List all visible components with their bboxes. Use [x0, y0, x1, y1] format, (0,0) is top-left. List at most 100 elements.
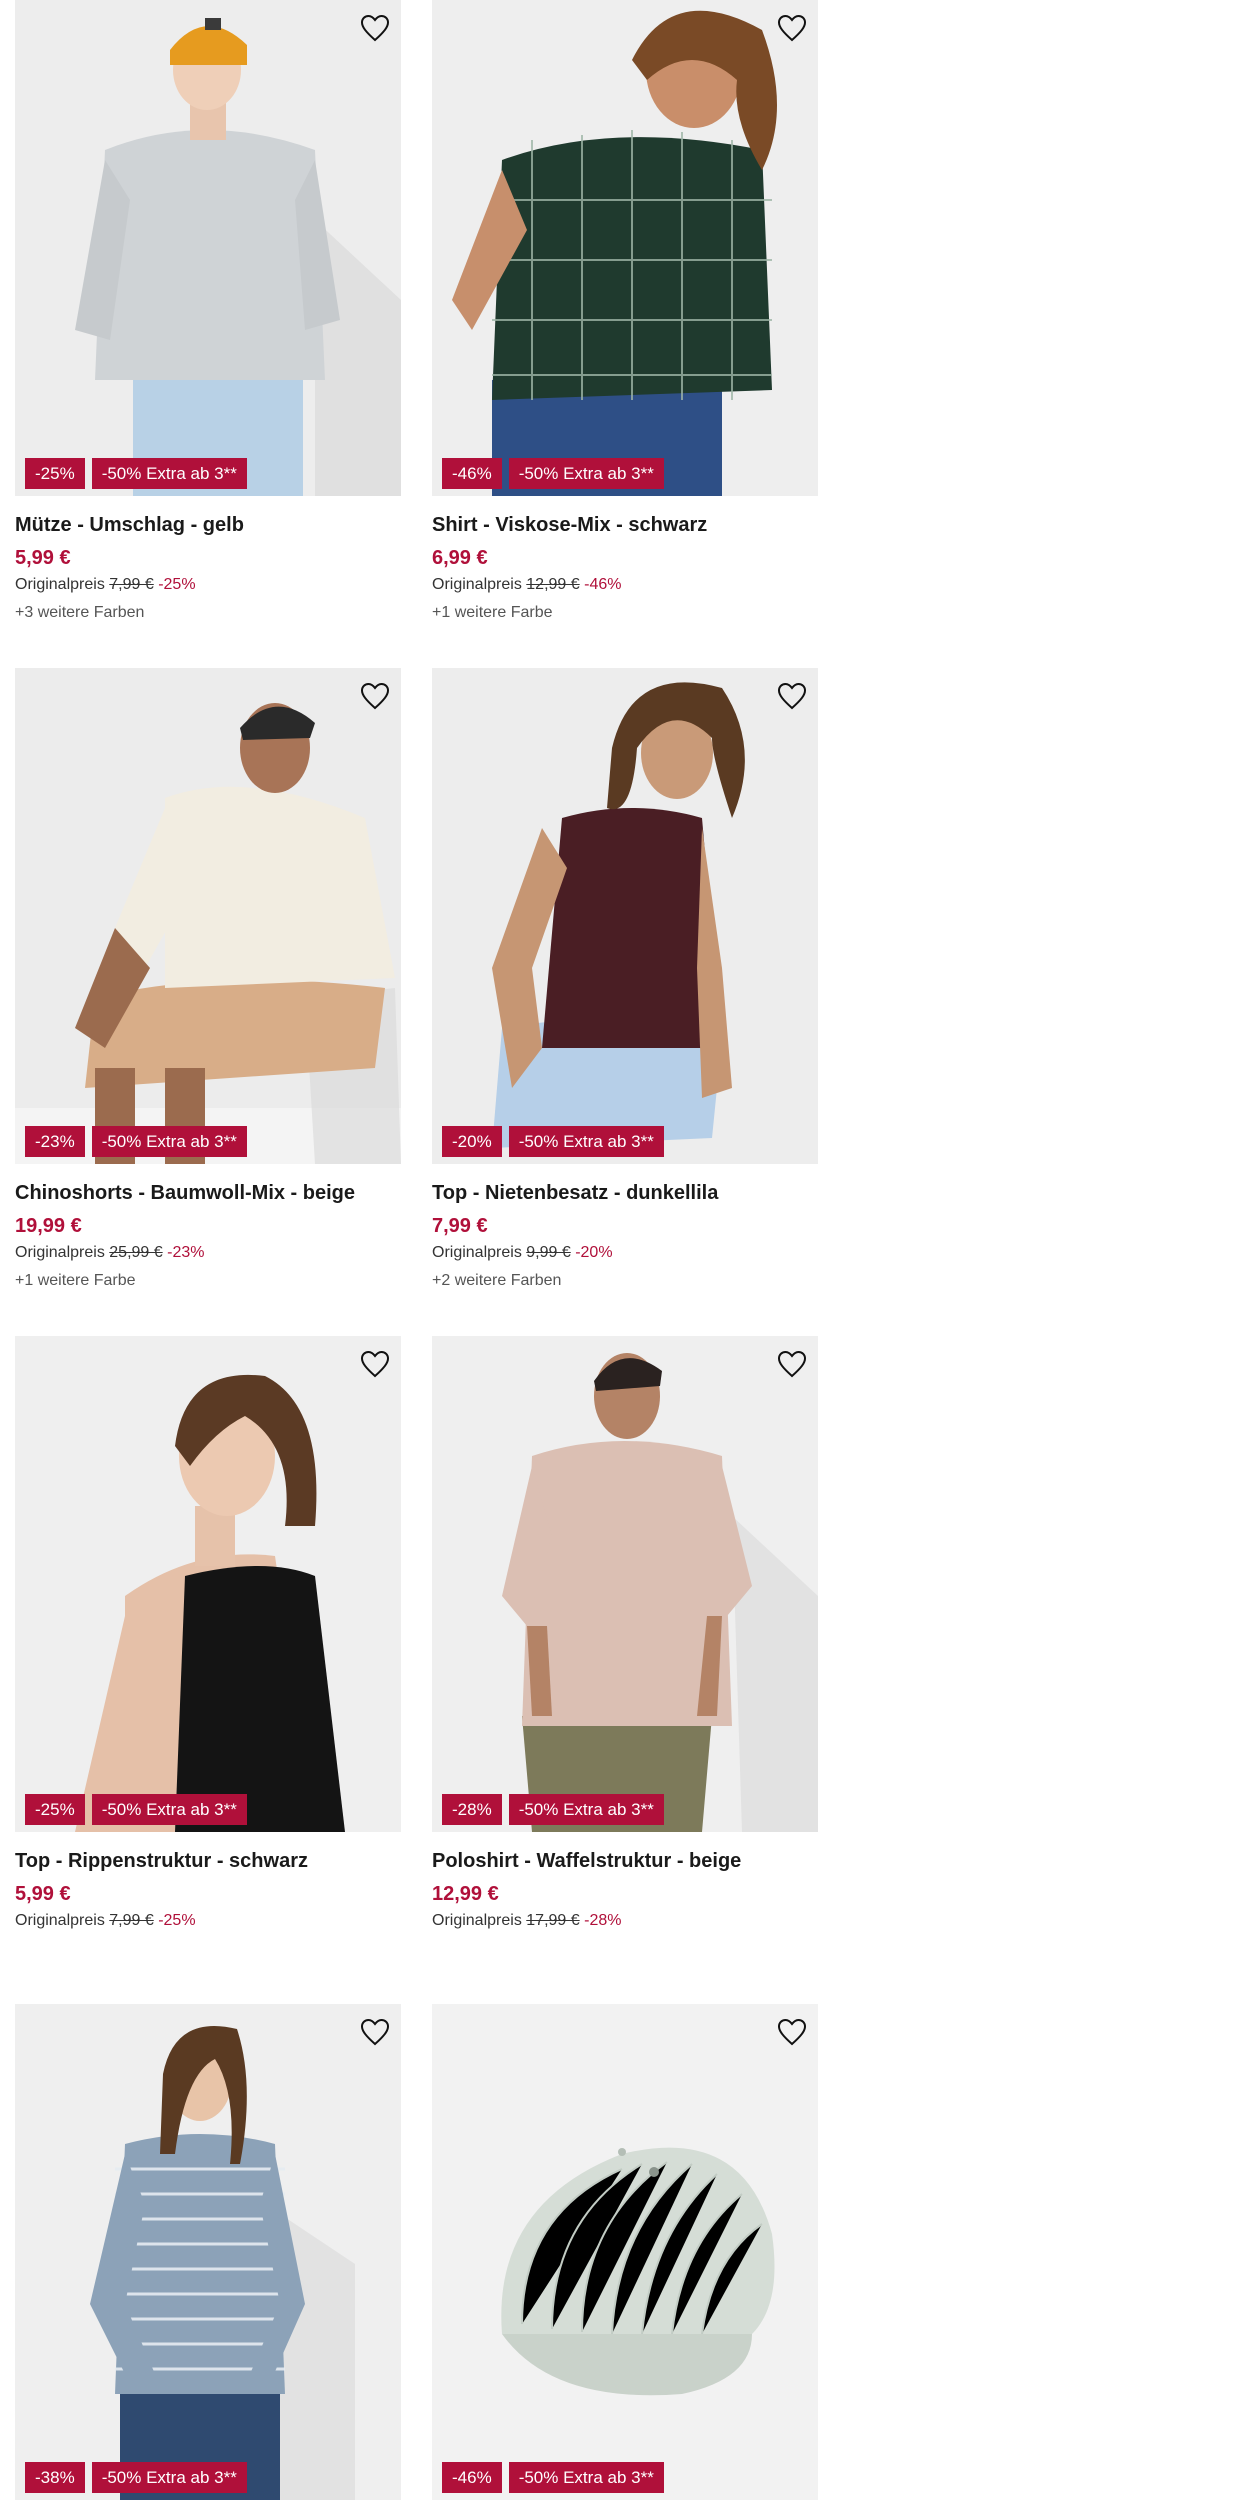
product-image[interactable]: -25% -50% Extra ab 3**	[15, 0, 401, 496]
more-colors[interactable]: +2 weitere Farben	[432, 1272, 818, 1290]
heart-icon	[360, 2018, 390, 2046]
badge-group: -46% -50% Extra ab 3**	[442, 2462, 664, 2493]
discount-badge: -38%	[25, 2462, 85, 2493]
original-price: 12,99 €	[526, 576, 580, 593]
original-price: 7,99 €	[109, 1912, 154, 1929]
original-price: 7,99 €	[109, 576, 154, 593]
original-price-line: Originalpreis 7,99 € -25%	[15, 576, 401, 594]
product-image[interactable]: -25% -50% Extra ab 3**	[15, 1336, 401, 1832]
product-photo	[432, 0, 818, 496]
discount-percent: -20%	[575, 1244, 613, 1261]
product-card[interactable]: -20% -50% Extra ab 3** Top - Nietenbesat…	[432, 668, 818, 1336]
heart-icon	[777, 682, 807, 710]
product-title[interactable]: Shirt - Viskose-Mix - schwarz	[432, 514, 818, 537]
discount-percent: -46%	[584, 576, 622, 593]
discount-percent: -23%	[167, 1244, 205, 1261]
discount-badge: -46%	[442, 458, 502, 489]
more-colors[interactable]: +3 weitere Farben	[15, 604, 401, 622]
wishlist-button[interactable]	[776, 2016, 808, 2048]
discount-badge: -20%	[442, 1126, 502, 1157]
product-photo	[15, 0, 401, 496]
heart-icon	[360, 14, 390, 42]
product-price: 5,99 €	[15, 547, 71, 569]
discount-badge: -28%	[442, 1794, 502, 1825]
product-title[interactable]: Chinoshorts - Baumwoll-Mix - beige	[15, 1182, 401, 1205]
badge-group: -38% -50% Extra ab 3**	[25, 2462, 247, 2493]
product-price: 12,99 €	[432, 1883, 499, 1905]
product-image[interactable]: -23% -50% Extra ab 3**	[15, 668, 401, 1164]
product-card[interactable]: -38% -50% Extra ab 3**	[15, 2004, 401, 2504]
product-card[interactable]: -25% -50% Extra ab 3** Mütze - Umschlag …	[15, 0, 401, 668]
badge-group: -23% -50% Extra ab 3**	[25, 1126, 247, 1157]
original-price: 25,99 €	[109, 1244, 163, 1261]
original-price-label: Originalpreis	[432, 1912, 522, 1929]
extra-discount-badge: -50% Extra ab 3**	[508, 2462, 664, 2493]
product-grid: -25% -50% Extra ab 3** Mütze - Umschlag …	[15, 0, 818, 2504]
original-price-line: Originalpreis 7,99 € -25%	[15, 1912, 401, 1930]
product-card[interactable]: -23% -50% Extra ab 3** Chinoshorts - Bau…	[15, 668, 401, 1336]
badge-group: -25% -50% Extra ab 3**	[25, 1794, 247, 1825]
badge-group: -46% -50% Extra ab 3**	[442, 458, 664, 489]
product-image[interactable]: -28% -50% Extra ab 3**	[432, 1336, 818, 1832]
product-card[interactable]: -46% -50% Extra ab 3** Shirt - Viskose-M…	[432, 0, 818, 668]
product-title[interactable]: Top - Rippenstruktur - schwarz	[15, 1850, 401, 1873]
wishlist-button[interactable]	[776, 680, 808, 712]
heart-icon	[777, 1350, 807, 1378]
product-image[interactable]: -20% -50% Extra ab 3**	[432, 668, 818, 1164]
wishlist-button[interactable]	[776, 12, 808, 44]
product-price: 6,99 €	[432, 547, 488, 569]
original-price-line: Originalpreis 9,99 € -20%	[432, 1244, 818, 1262]
discount-percent: -25%	[158, 1912, 196, 1929]
discount-badge: -23%	[25, 1126, 85, 1157]
heart-icon	[360, 1350, 390, 1378]
original-price-label: Originalpreis	[432, 1244, 522, 1261]
original-price: 9,99 €	[526, 1244, 571, 1261]
badge-group: -25% -50% Extra ab 3**	[25, 458, 247, 489]
extra-discount-badge: -50% Extra ab 3**	[91, 1126, 247, 1157]
wishlist-button[interactable]	[359, 680, 391, 712]
product-title[interactable]: Top - Nietenbesatz - dunkellila	[432, 1182, 818, 1205]
product-card[interactable]: -25% -50% Extra ab 3** Top - Rippenstruk…	[15, 1336, 401, 2004]
product-photo	[432, 668, 818, 1164]
extra-discount-badge: -50% Extra ab 3**	[508, 1794, 664, 1825]
product-image[interactable]: -46% -50% Extra ab 3**	[432, 2004, 818, 2500]
original-price-line: Originalpreis 17,99 € -28%	[432, 1912, 818, 1930]
product-photo	[15, 668, 401, 1164]
more-colors[interactable]: +1 weitere Farbe	[432, 604, 818, 622]
discount-badge: -25%	[25, 458, 85, 489]
original-price-line: Originalpreis 12,99 € -46%	[432, 576, 818, 594]
heart-icon	[777, 14, 807, 42]
product-photo	[15, 2004, 401, 2500]
product-photo	[15, 1336, 401, 1832]
discount-badge: -25%	[25, 1794, 85, 1825]
product-price: 19,99 €	[15, 1215, 82, 1237]
badge-group: -20% -50% Extra ab 3**	[442, 1126, 664, 1157]
wishlist-button[interactable]	[359, 12, 391, 44]
product-card[interactable]: -28% -50% Extra ab 3** Poloshirt - Waffe…	[432, 1336, 818, 2004]
product-title[interactable]: Mütze - Umschlag - gelb	[15, 514, 401, 537]
original-price-label: Originalpreis	[15, 1912, 105, 1929]
extra-discount-badge: -50% Extra ab 3**	[91, 2462, 247, 2493]
original-price-label: Originalpreis	[432, 576, 522, 593]
extra-discount-badge: -50% Extra ab 3**	[508, 1126, 664, 1157]
product-image[interactable]: -46% -50% Extra ab 3**	[432, 0, 818, 496]
heart-icon	[360, 682, 390, 710]
product-image[interactable]: -38% -50% Extra ab 3**	[15, 2004, 401, 2500]
product-photo	[432, 1336, 818, 1832]
wishlist-button[interactable]	[359, 1348, 391, 1380]
extra-discount-badge: -50% Extra ab 3**	[91, 458, 247, 489]
discount-percent: -28%	[584, 1912, 622, 1929]
product-title[interactable]: Poloshirt - Waffelstruktur - beige	[432, 1850, 818, 1873]
more-colors[interactable]: +1 weitere Farbe	[15, 1272, 401, 1290]
product-card[interactable]: -46% -50% Extra ab 3**	[432, 2004, 818, 2504]
badge-group: -28% -50% Extra ab 3**	[442, 1794, 664, 1825]
wishlist-button[interactable]	[359, 2016, 391, 2048]
product-price: 5,99 €	[15, 1883, 71, 1905]
heart-icon	[777, 2018, 807, 2046]
original-price-label: Originalpreis	[15, 576, 105, 593]
product-price: 7,99 €	[432, 1215, 488, 1237]
original-price: 17,99 €	[526, 1912, 580, 1929]
wishlist-button[interactable]	[776, 1348, 808, 1380]
original-price-line: Originalpreis 25,99 € -23%	[15, 1244, 401, 1262]
extra-discount-badge: -50% Extra ab 3**	[91, 1794, 247, 1825]
